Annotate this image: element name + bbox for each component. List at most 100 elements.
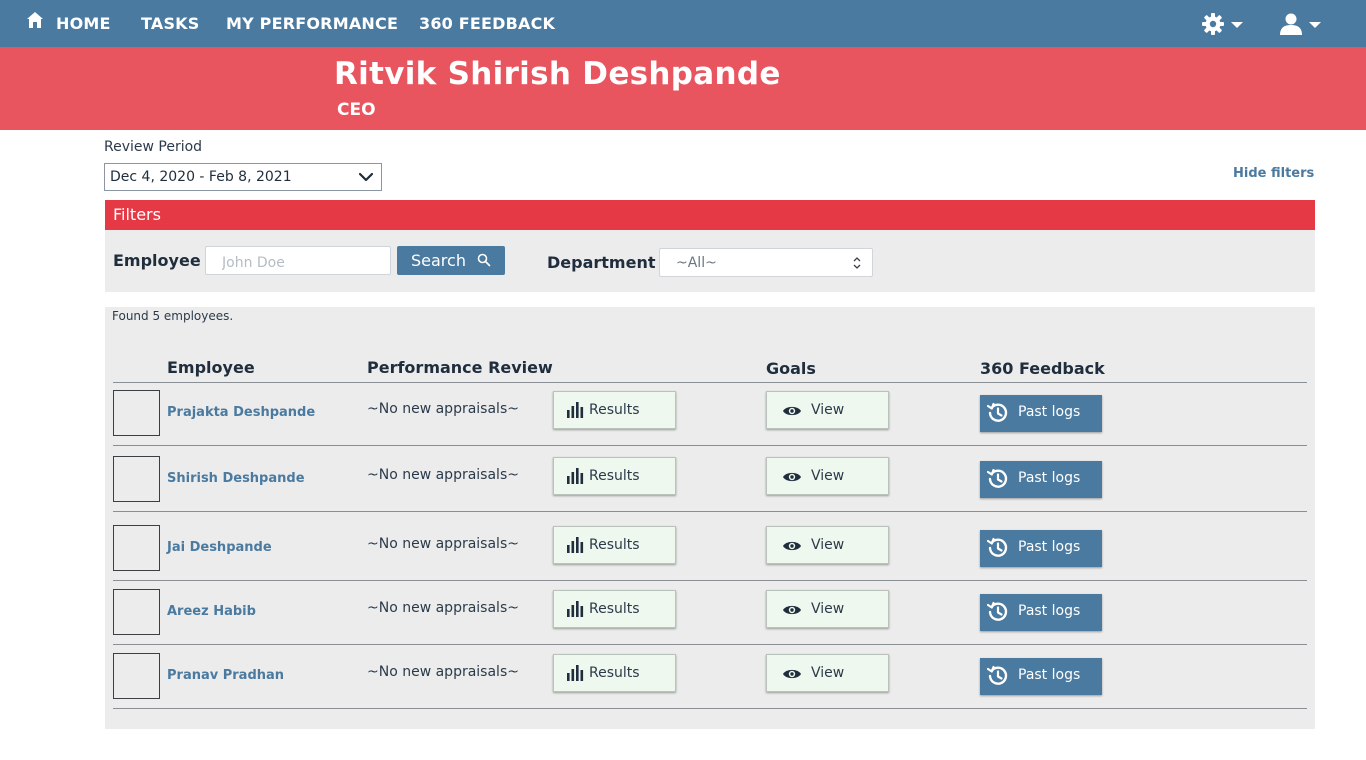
results-count: Found 5 employees. bbox=[112, 309, 234, 323]
nav-home[interactable]: HOME bbox=[56, 14, 111, 33]
employee-name-link[interactable]: Prajakta Deshpande bbox=[167, 405, 315, 420]
results-panel bbox=[105, 307, 1315, 729]
view-button-label: View bbox=[811, 537, 845, 553]
search-button-label: Search bbox=[411, 251, 466, 270]
past-logs-label: Past logs bbox=[1018, 470, 1081, 486]
col-header-performance-review: Performance Review bbox=[367, 358, 553, 377]
settings-menu[interactable] bbox=[1201, 12, 1247, 36]
eye-icon bbox=[783, 541, 801, 551]
avatar bbox=[113, 525, 160, 571]
chevron-down-icon bbox=[1309, 22, 1321, 28]
gear-icon bbox=[1202, 13, 1224, 35]
col-header-employee: Employee bbox=[167, 358, 255, 377]
results-button[interactable]: Results bbox=[553, 590, 676, 628]
filters-title: Filters bbox=[113, 205, 161, 224]
view-button-label: View bbox=[811, 402, 845, 418]
appraisal-status: ~No new appraisals~ bbox=[367, 401, 519, 417]
results-button[interactable]: Results bbox=[553, 457, 676, 495]
avatar bbox=[113, 390, 160, 436]
bar-chart-icon bbox=[567, 468, 584, 484]
employee-name-link[interactable]: Shirish Deshpande bbox=[167, 471, 305, 486]
results-button-label: Results bbox=[589, 468, 640, 484]
employee-search-input[interactable] bbox=[205, 246, 391, 275]
results-button[interactable]: Results bbox=[553, 526, 676, 564]
eye-icon bbox=[783, 472, 801, 482]
search-button[interactable]: Search bbox=[397, 246, 505, 275]
employee-name-link[interactable]: Jai Deshpande bbox=[167, 540, 272, 555]
user-menu[interactable] bbox=[1279, 12, 1323, 36]
view-button-label: View bbox=[811, 665, 845, 681]
review-period-select[interactable]: Dec 4, 2020 - Feb 8, 2021 bbox=[104, 163, 382, 191]
eye-icon bbox=[783, 669, 801, 679]
review-period-value: Dec 4, 2020 - Feb 8, 2021 bbox=[110, 169, 292, 185]
view-goals-button[interactable]: View bbox=[766, 391, 889, 429]
past-logs-label: Past logs bbox=[1018, 603, 1081, 619]
nav-my-performance[interactable]: MY PERFORMANCE bbox=[226, 14, 398, 33]
row-divider bbox=[113, 580, 1307, 581]
hide-filters-link[interactable]: Hide filters bbox=[1233, 166, 1314, 181]
past-logs-button[interactable]: Past logs bbox=[980, 395, 1102, 432]
past-logs-button[interactable]: Past logs bbox=[980, 530, 1102, 567]
history-icon bbox=[987, 537, 1008, 557]
department-select[interactable]: ~All~ bbox=[659, 248, 873, 277]
view-goals-button[interactable]: View bbox=[766, 526, 889, 564]
appraisal-status: ~No new appraisals~ bbox=[367, 536, 519, 552]
department-filter-label: Department bbox=[547, 253, 656, 272]
bar-chart-icon bbox=[567, 665, 584, 681]
results-button[interactable]: Results bbox=[553, 654, 676, 692]
employee-role: CEO bbox=[337, 100, 376, 120]
bar-chart-icon bbox=[567, 402, 584, 418]
past-logs-label: Past logs bbox=[1018, 667, 1081, 683]
user-icon bbox=[1280, 13, 1302, 35]
view-goals-button[interactable]: View bbox=[766, 654, 889, 692]
row-divider bbox=[113, 708, 1307, 709]
appraisal-status: ~No new appraisals~ bbox=[367, 664, 519, 680]
appraisal-status: ~No new appraisals~ bbox=[367, 467, 519, 483]
col-header-goals: Goals bbox=[766, 359, 816, 378]
top-navbar: HOME TASKS MY PERFORMANCE 360 FEEDBACK bbox=[0, 0, 1366, 47]
chevron-down-icon bbox=[1231, 22, 1243, 28]
profile-banner: Ritvik Shirish Deshpande CEO bbox=[0, 47, 1366, 130]
appraisal-status: ~No new appraisals~ bbox=[367, 600, 519, 616]
history-icon bbox=[987, 402, 1008, 422]
row-divider bbox=[113, 644, 1307, 645]
nav-360-feedback[interactable]: 360 FEEDBACK bbox=[419, 14, 555, 33]
view-button-label: View bbox=[811, 601, 845, 617]
row-divider bbox=[113, 445, 1307, 446]
chevron-down-icon bbox=[358, 172, 374, 182]
eye-icon bbox=[783, 406, 801, 416]
results-button-label: Results bbox=[589, 665, 640, 681]
review-period-label: Review Period bbox=[104, 139, 203, 155]
sort-arrows-icon bbox=[853, 257, 861, 269]
history-icon bbox=[987, 601, 1008, 621]
home-icon[interactable] bbox=[26, 11, 44, 29]
results-button-label: Results bbox=[589, 601, 640, 617]
header-divider bbox=[113, 382, 1307, 383]
view-goals-button[interactable]: View bbox=[766, 590, 889, 628]
results-button-label: Results bbox=[589, 537, 640, 553]
employee-full-name: Ritvik Shirish Deshpande bbox=[334, 56, 781, 92]
bar-chart-icon bbox=[567, 601, 584, 617]
employee-name-link[interactable]: Areez Habib bbox=[167, 604, 256, 619]
view-goals-button[interactable]: View bbox=[766, 457, 889, 495]
employee-name-link[interactable]: Pranav Pradhan bbox=[167, 668, 284, 683]
employee-filter-label: Employee bbox=[113, 251, 201, 270]
col-header-360-feedback: 360 Feedback bbox=[980, 359, 1105, 378]
bar-chart-icon bbox=[567, 537, 584, 553]
past-logs-button[interactable]: Past logs bbox=[980, 461, 1102, 498]
eye-icon bbox=[783, 605, 801, 615]
avatar bbox=[113, 589, 160, 635]
past-logs-button[interactable]: Past logs bbox=[980, 594, 1102, 631]
nav-tasks[interactable]: TASKS bbox=[141, 14, 200, 33]
past-logs-label: Past logs bbox=[1018, 539, 1081, 555]
past-logs-button[interactable]: Past logs bbox=[980, 658, 1102, 695]
avatar bbox=[113, 653, 160, 699]
results-button-label: Results bbox=[589, 402, 640, 418]
avatar bbox=[113, 456, 160, 502]
view-button-label: View bbox=[811, 468, 845, 484]
filters-header: Filters bbox=[105, 200, 1315, 230]
department-value: ~All~ bbox=[676, 255, 717, 271]
results-button[interactable]: Results bbox=[553, 391, 676, 429]
history-icon bbox=[987, 468, 1008, 488]
row-divider bbox=[113, 511, 1307, 512]
